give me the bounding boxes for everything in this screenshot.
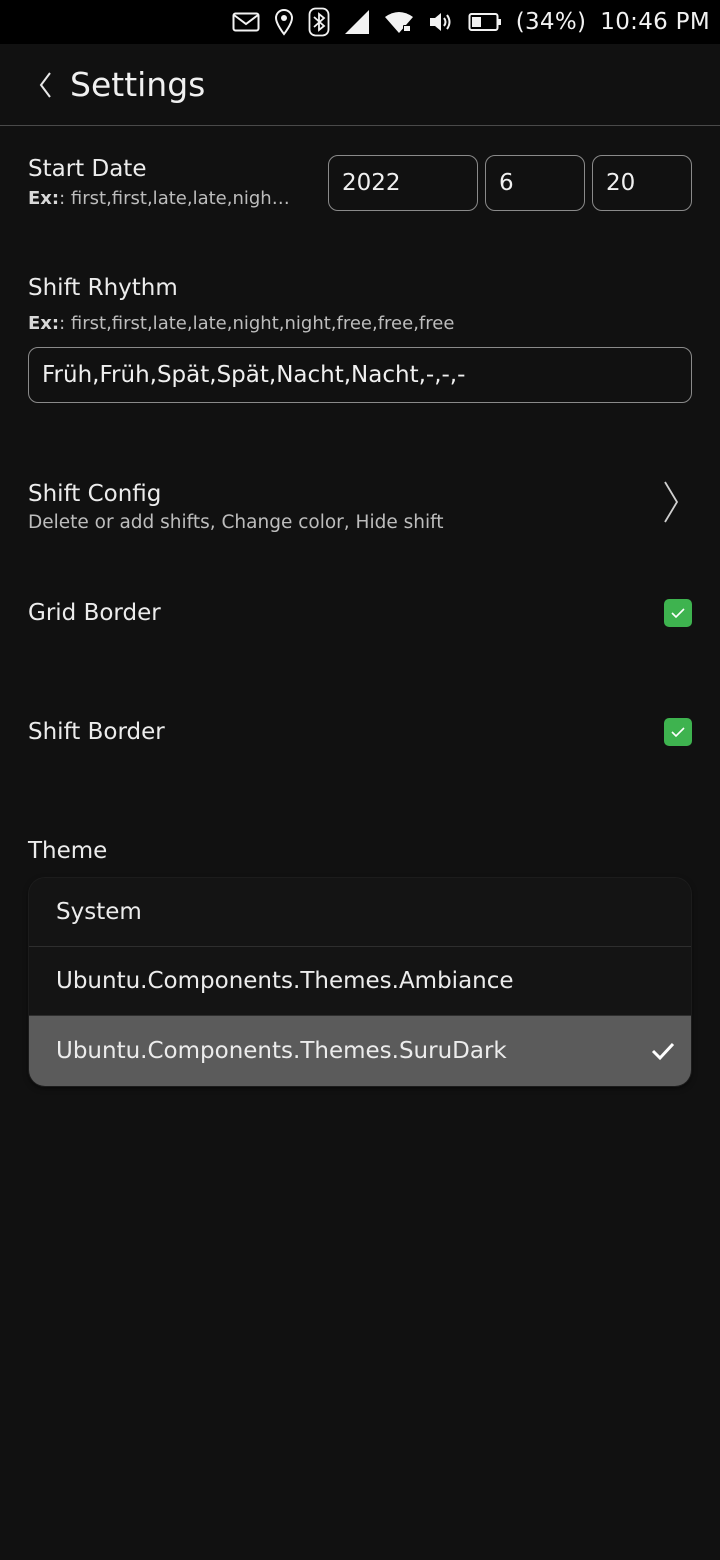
shift-border-checkbox[interactable] bbox=[664, 718, 692, 746]
start-date-hint: Ex:: first,first,late,late,nigh… bbox=[28, 188, 308, 209]
shift-config-label: Shift Config bbox=[28, 481, 162, 507]
day-input[interactable]: 20 bbox=[592, 155, 692, 211]
theme-option-label: Ubuntu.Components.Themes.SuruDark bbox=[56, 1038, 507, 1064]
hint-prefix: Ex: bbox=[28, 188, 60, 209]
theme-option-label: Ubuntu.Components.Themes.Ambiance bbox=[56, 968, 514, 994]
chevron-left-icon[interactable] bbox=[30, 65, 60, 105]
wifi-icon bbox=[384, 0, 414, 44]
theme-option-surudark[interactable]: Ubuntu.Components.Themes.SuruDark bbox=[29, 1016, 691, 1086]
hint-text: : first,first,late,late,night,night,free… bbox=[59, 313, 455, 334]
theme-option-ambiance[interactable]: Ubuntu.Components.Themes.Ambiance bbox=[29, 947, 691, 1016]
check-icon bbox=[671, 608, 685, 619]
shift-config-subtitle: Delete or add shifts, Change color, Hide… bbox=[28, 512, 444, 533]
hint-text: : first,first,late,late,nigh… bbox=[59, 188, 290, 209]
header: Settings bbox=[0, 44, 720, 126]
mail-icon bbox=[232, 0, 260, 44]
theme-list: System Ubuntu.Components.Themes.Ambiance… bbox=[29, 878, 691, 1086]
bluetooth-icon bbox=[308, 0, 330, 44]
volume-icon bbox=[428, 0, 454, 44]
theme-option-system[interactable]: System bbox=[29, 878, 691, 947]
page-title: Settings bbox=[70, 65, 206, 104]
grid-border-label: Grid Border bbox=[28, 600, 161, 626]
battery-icon bbox=[468, 0, 502, 44]
year-input[interactable]: 2022 bbox=[328, 155, 478, 211]
location-icon bbox=[274, 0, 294, 44]
clock: 10:46 PM bbox=[600, 9, 710, 35]
status-bar: (34%) 10:46 PM bbox=[0, 0, 720, 44]
shift-rhythm-hint: Ex:: first,first,late,late,night,night,f… bbox=[28, 313, 688, 334]
shift-rhythm-label: Shift Rhythm bbox=[28, 275, 178, 301]
theme-label: Theme bbox=[28, 838, 108, 864]
cellular-signal-icon bbox=[344, 0, 370, 44]
grid-border-checkbox[interactable] bbox=[664, 599, 692, 627]
check-icon bbox=[671, 727, 685, 738]
shift-rhythm-input[interactable]: Früh,Früh,Spät,Spät,Nacht,Nacht,-,-,- bbox=[28, 347, 692, 403]
shift-border-label: Shift Border bbox=[28, 719, 165, 745]
start-date-label: Start Date bbox=[28, 156, 147, 182]
battery-percentage: (34%) bbox=[515, 9, 587, 35]
theme-option-label: System bbox=[56, 899, 142, 925]
month-input[interactable]: 6 bbox=[485, 155, 585, 211]
chevron-right-icon bbox=[660, 478, 682, 526]
check-icon bbox=[651, 1042, 675, 1061]
hint-prefix: Ex: bbox=[28, 313, 60, 334]
